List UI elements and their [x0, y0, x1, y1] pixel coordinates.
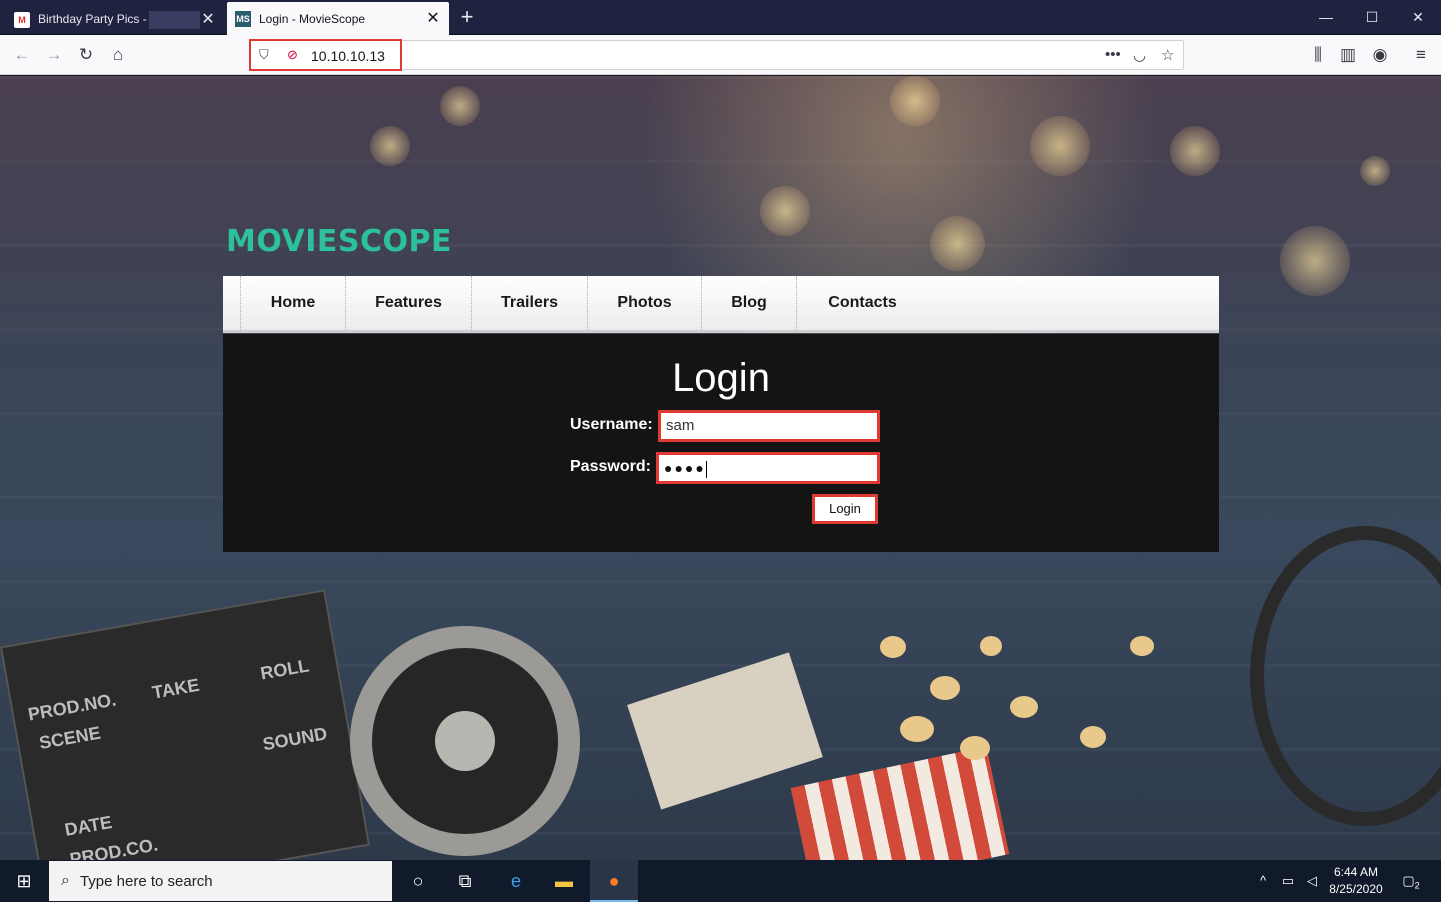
popcorn-piece — [1130, 636, 1154, 656]
bokeh-light — [1170, 126, 1220, 176]
cortana-icon[interactable]: ○ — [394, 860, 442, 902]
login-button[interactable]: Login — [812, 494, 878, 524]
bokeh-light — [890, 76, 940, 126]
tab-title: Birthday Party Pics - — [38, 11, 147, 26]
popcorn-piece — [900, 716, 934, 742]
username-label: Username: — [570, 416, 653, 433]
minimize-button[interactable]: — — [1303, 0, 1349, 35]
account-icon[interactable]: ◉ — [1366, 42, 1394, 68]
firefox-icon[interactable]: ● — [590, 860, 638, 902]
reload-icon[interactable]: ↻ — [72, 42, 100, 68]
popcorn-piece — [1010, 696, 1038, 718]
notification-count: 2 — [1414, 880, 1420, 891]
more-actions-icon[interactable]: ••• — [1105, 46, 1121, 63]
password-input[interactable]: ●●●● — [656, 452, 880, 484]
taskbar-search[interactable]: ⌕ Type here to search — [49, 861, 392, 901]
menu-item-features[interactable]: Features — [345, 276, 471, 330]
film-strip-image — [1250, 526, 1441, 826]
bokeh-light — [760, 186, 810, 236]
network-icon[interactable]: ▭ — [1277, 860, 1299, 902]
menu-item-photos[interactable]: Photos — [587, 276, 701, 330]
gmail-icon: M — [14, 11, 30, 28]
system-clock[interactable]: 6:44 AM 8/25/2020 — [1326, 864, 1386, 898]
maximize-button[interactable]: ☐ — [1349, 0, 1395, 35]
popcorn-piece — [930, 676, 960, 700]
menu-item-blog[interactable]: Blog — [701, 276, 796, 330]
popcorn-piece — [880, 636, 906, 658]
menu-item-contacts[interactable]: Contacts — [796, 276, 928, 330]
new-tab-icon[interactable]: + — [456, 6, 478, 28]
popcorn-piece — [1080, 726, 1106, 748]
tab-birthday-party-pics[interactable]: M Birthday Party Pics - ✕ — [6, 4, 224, 35]
film-reel-hub — [435, 711, 495, 771]
3d-glasses-image — [627, 652, 823, 810]
back-arrow-icon[interactable]: ← — [8, 42, 36, 68]
forward-arrow-icon[interactable]: → — [40, 42, 68, 68]
password-value: ●●●● — [664, 460, 706, 476]
library-icon[interactable]: ⫼ — [1304, 42, 1332, 68]
bokeh-light — [1360, 156, 1390, 186]
show-hidden-icons-icon[interactable]: ^ — [1253, 860, 1273, 902]
menu-item-home[interactable]: Home — [240, 276, 345, 330]
url-highlight-box — [249, 39, 402, 71]
menu-hamburger-icon[interactable]: ≡ — [1407, 42, 1435, 68]
popcorn-box-image — [790, 746, 1010, 860]
close-tab-icon[interactable]: ✕ — [425, 10, 441, 27]
edge-icon[interactable]: e — [492, 860, 540, 902]
login-panel: Login Username: sam Password: ●●●● Login — [223, 334, 1219, 552]
search-placeholder: Type here to search — [79, 872, 213, 890]
home-icon[interactable]: ⌂ — [104, 42, 132, 68]
bokeh-light — [1030, 116, 1090, 176]
volume-icon[interactable]: ◁ — [1301, 860, 1323, 902]
login-title: Login — [672, 356, 770, 400]
clock-date: 8/25/2020 — [1329, 882, 1383, 896]
windows-taskbar: ⊞ ⌕ Type here to search ○ ⧉ e ▬ ● ^ ▭ ◁ … — [0, 860, 1441, 902]
redacted-block — [148, 10, 200, 29]
password-label: Password: — [570, 458, 651, 475]
popcorn-piece — [960, 736, 990, 760]
bookmark-star-icon[interactable]: ☆ — [1161, 46, 1174, 64]
username-input[interactable]: sam — [658, 410, 880, 442]
windows-start-icon[interactable]: ⊞ — [0, 860, 48, 902]
popcorn-piece — [980, 636, 1002, 656]
site-logo[interactable]: MOVIESCOPE — [226, 224, 452, 259]
main-menu: Home Features Trailers Photos Blog Conta… — [223, 276, 1219, 333]
close-tab-icon[interactable]: ✕ — [200, 11, 216, 28]
text-caret — [705, 460, 707, 478]
bokeh-light — [370, 126, 410, 166]
menu-item-trailers[interactable]: Trailers — [471, 276, 587, 330]
bokeh-light — [930, 216, 985, 271]
bokeh-light — [1280, 226, 1350, 296]
file-explorer-icon[interactable]: ▬ — [540, 860, 588, 902]
notifications-icon[interactable]: ▢2 — [1396, 860, 1426, 902]
task-view-icon[interactable]: ⧉ — [441, 860, 489, 902]
clock-time: 6:44 AM — [1333, 865, 1379, 879]
close-window-button[interactable]: ✕ — [1395, 0, 1441, 35]
pocket-icon[interactable]: ◡ — [1133, 46, 1146, 64]
clapperboard-image: PROD.NO. TAKE ROLL SCENE SOUND DATE PROD… — [0, 589, 371, 860]
moviescope-favicon-icon: MS — [235, 10, 251, 27]
tab-title: Login - MovieScope — [259, 11, 366, 26]
browser-navbar: ← → ↻ ⌂ ⛉ ⊘ 10.10.10.13 ••• ◡ ☆ ⫼ ▥ ◉ ≡ — [0, 35, 1441, 75]
browser-titlebar: M Birthday Party Pics - ✕ MS Login - Mov… — [0, 0, 1441, 35]
tab-login-moviescope[interactable]: MS Login - MovieScope ✕ — [227, 2, 449, 35]
sidebar-icon[interactable]: ▥ — [1334, 42, 1362, 68]
search-icon: ⌕ — [61, 872, 70, 889]
bokeh-light — [440, 86, 480, 126]
